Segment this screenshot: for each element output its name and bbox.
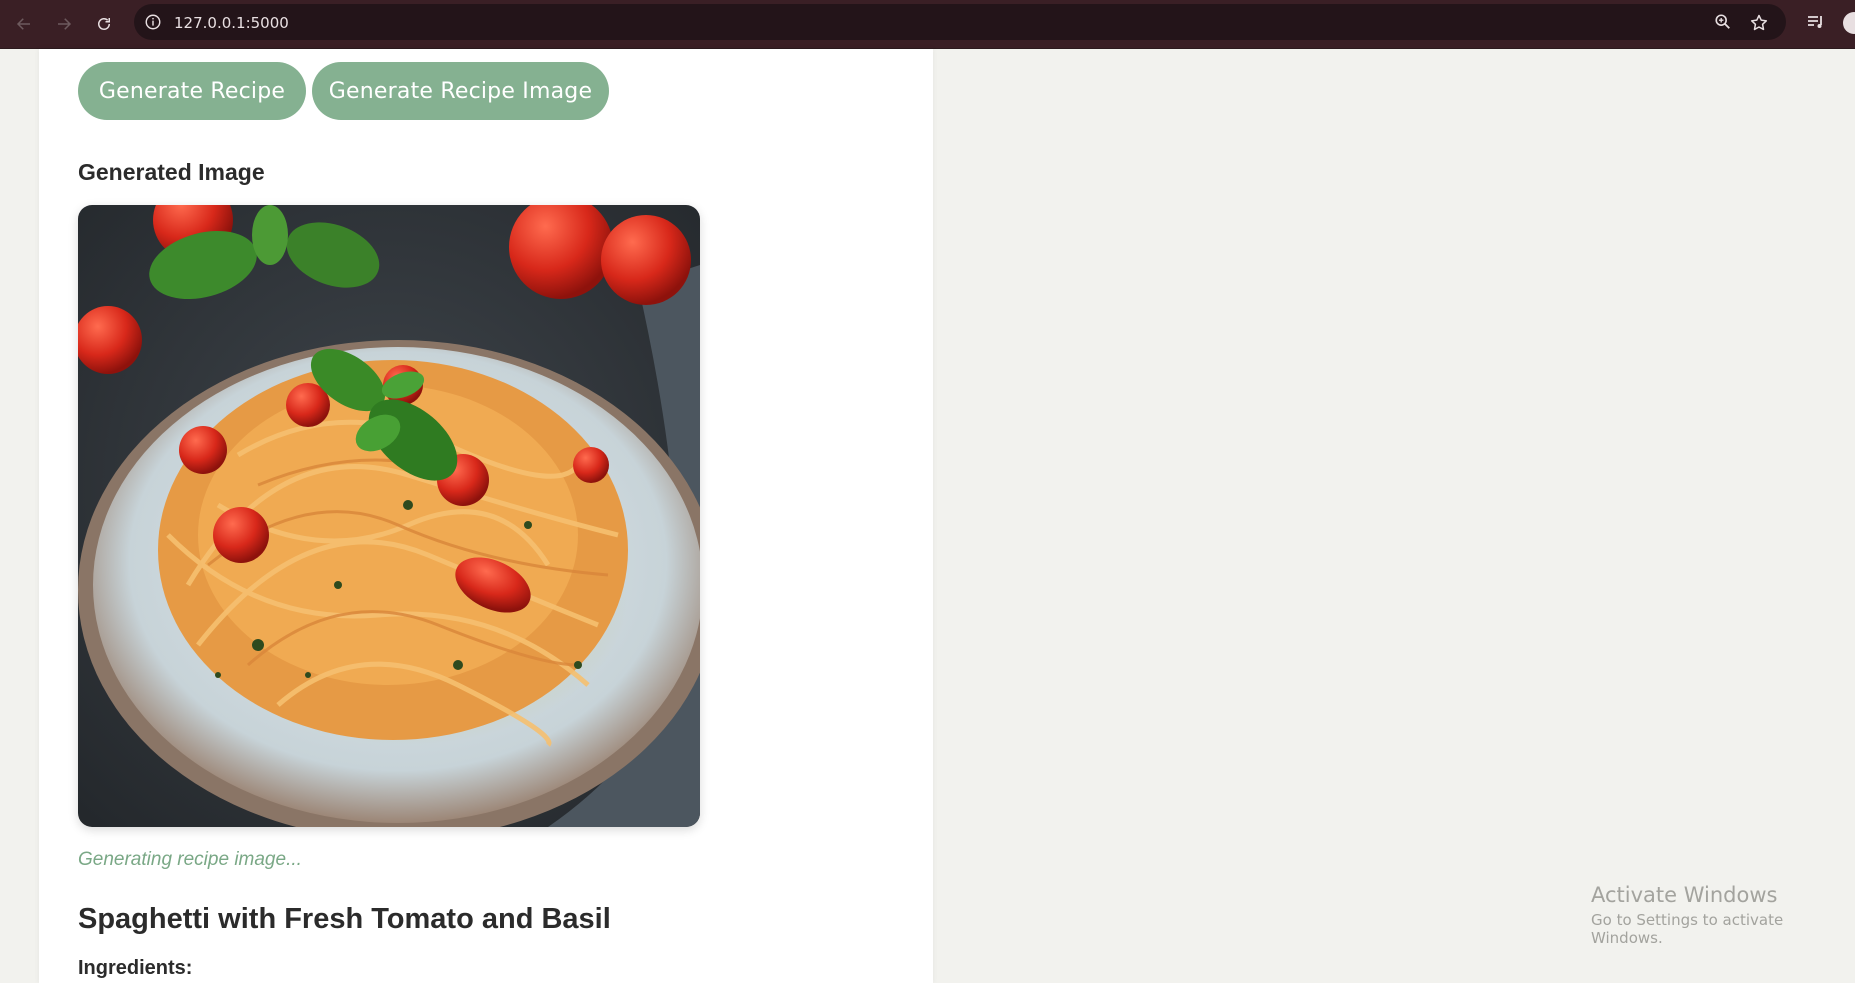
forward-arrow-icon [58,18,72,30]
windows-activation-watermark: Activate Windows Go to Settings to activ… [1591,883,1855,947]
forward-button[interactable] [52,12,76,36]
media-controls-icon[interactable] [1806,12,1826,32]
generated-image-heading: Generated Image [78,159,265,185]
bookmark-star-icon[interactable] [1749,13,1769,33]
spaghetti-dish-image [78,205,700,827]
reload-icon [98,18,110,30]
ingredients-heading: Ingredients: [78,957,193,979]
image-status-text: Generating recipe image... [78,849,302,870]
back-arrow-icon [16,18,30,30]
generated-recipe-image [78,205,700,827]
site-info-icon[interactable] [144,13,162,31]
back-button[interactable] [12,12,36,36]
url-text[interactable]: 127.0.0.1:5000 [174,14,289,32]
profile-avatar-icon[interactable] [1843,12,1855,34]
watermark-title: Activate Windows [1591,883,1778,907]
zoom-icon[interactable] [1714,13,1732,31]
recipe-title: Spaghetti with Fresh Tomato and Basil [78,903,611,935]
address-bar[interactable]: 127.0.0.1:5000 [134,4,1786,40]
watermark-subtitle: Go to Settings to activate Windows. [1591,911,1784,947]
generate-recipe-button[interactable]: Generate Recipe [78,62,306,120]
recipe-panel: Generate Recipe Generate Recipe Image Ge… [39,49,933,983]
generate-recipe-image-button[interactable]: Generate Recipe Image [312,62,609,120]
browser-toolbar: 127.0.0.1:5000 [0,0,1855,48]
reload-button[interactable] [92,12,116,36]
